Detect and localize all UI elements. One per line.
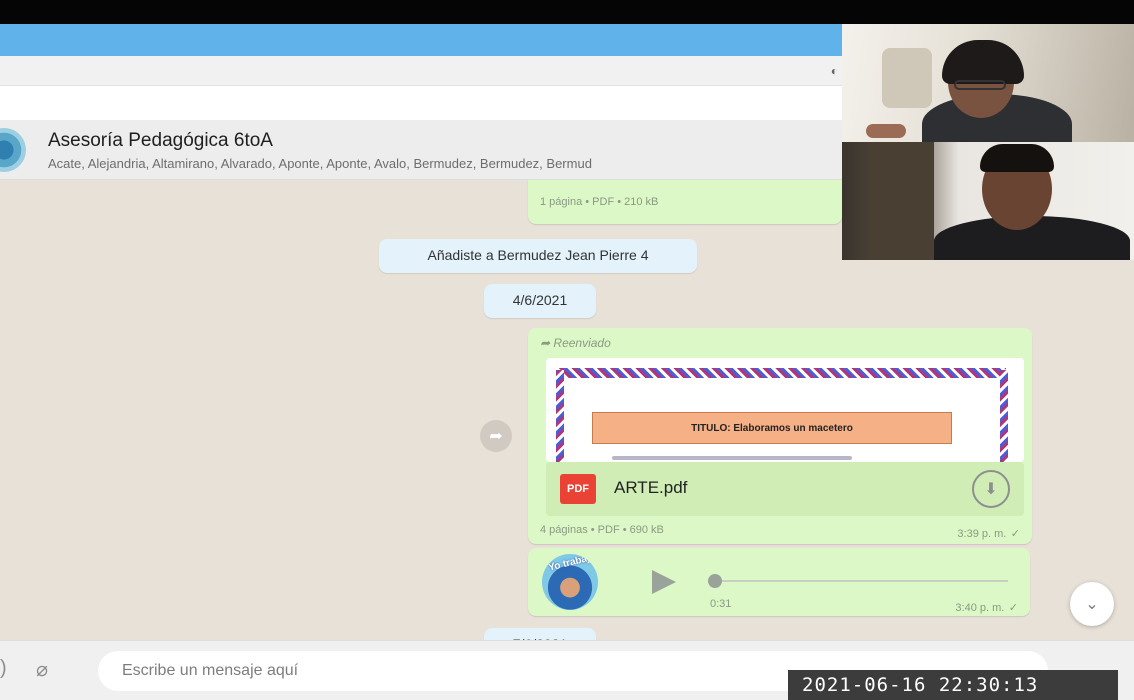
forward-arrow-icon: ➦ — [540, 336, 551, 350]
participant-hair — [980, 144, 1054, 172]
top-black-bar — [0, 0, 1134, 24]
message-time: 3:39 p. m. — [957, 528, 1007, 540]
audio-progress-knob[interactable] — [708, 574, 722, 588]
chat-members: Acate, Alejandria, Altamirano, Alvarado,… — [48, 156, 592, 171]
recording-timestamp: 2021-06-16 22:30:13 — [788, 670, 1118, 700]
participant-hair — [942, 40, 1024, 84]
message-status: 3:39 p. m. ✓ — [957, 524, 1020, 542]
message-time: 3:40 p. m. — [955, 602, 1005, 614]
paperclip-icon[interactable]: ⌀ — [36, 657, 48, 682]
video-call-panel — [842, 24, 1134, 260]
avatar-sticker-text: Yo trabajo — [547, 554, 597, 574]
chevron-down-icon: ⌄ — [1085, 596, 1099, 613]
system-message: Añadiste a Bermudez Jean Pierre 4 — [379, 239, 697, 273]
voice-message-bubble[interactable]: Yo trabajo 0:31 3:40 p. m. ✓ — [528, 548, 1030, 616]
file-row[interactable]: PDF ARTE.pdf ⬇ — [546, 462, 1024, 516]
toolbar-strip: ◐ — [0, 56, 842, 86]
chat-title: Asesoría Pedagógica 6toA — [48, 130, 273, 151]
previous-file-bubble[interactable]: 1 página • PDF • 210 kB — [528, 180, 842, 224]
preview-border-right — [1000, 370, 1008, 462]
forward-icon: ➦ — [489, 428, 503, 445]
audio-progress-track[interactable] — [714, 580, 1008, 582]
preview-title: TITULO: Elaboramos un macetero — [592, 412, 952, 444]
date-divider: 4/6/2021 — [484, 284, 596, 318]
room-decor — [882, 48, 932, 108]
participant-video[interactable] — [842, 24, 1134, 142]
sender-avatar: Yo trabajo — [542, 554, 598, 610]
participant-video[interactable] — [842, 142, 1134, 260]
file-name: ARTE.pdf — [614, 478, 688, 497]
audio-duration: 0:31 — [710, 598, 732, 610]
participant-hand — [866, 124, 906, 138]
forwarded-label: Reenviado — [553, 336, 611, 350]
file-meta: 4 páginas • PDF • 690 kB — [540, 524, 664, 536]
door-frame — [870, 142, 934, 260]
pdf-icon: PDF — [560, 474, 596, 504]
download-icon: ⬇ — [984, 481, 998, 498]
window-top-band — [0, 24, 842, 56]
forwarded-label-row: ➦ Reenviado — [540, 336, 611, 350]
sent-check-icon: ✓ — [1010, 528, 1020, 540]
preview-border-top — [556, 368, 1006, 378]
document-preview[interactable]: TITULO: Elaboramos un macetero — [546, 358, 1024, 462]
preview-subline — [612, 456, 852, 460]
forwarded-file-bubble[interactable]: ➦ Reenviado TITULO: Elaboramos un macete… — [528, 328, 1032, 544]
sent-check-icon: ✓ — [1008, 602, 1018, 614]
date-divider: 7/6/2021 — [484, 628, 596, 640]
preview-border-left — [556, 370, 564, 462]
emoji-icon[interactable]: ) — [0, 657, 7, 680]
message-status: 3:40 p. m. ✓ — [955, 598, 1018, 616]
download-button[interactable]: ⬇ — [972, 470, 1010, 508]
group-avatar[interactable] — [0, 128, 26, 172]
participant-glasses — [954, 80, 1006, 90]
menu-dot-icon[interactable]: ◐ — [831, 64, 838, 78]
chat-header[interactable]: Asesoría Pedagógica 6toA Acate, Alejandr… — [0, 120, 842, 180]
play-icon[interactable] — [652, 570, 676, 594]
forward-button[interactable]: ➦ — [480, 420, 512, 452]
scroll-down-button[interactable]: ⌄ — [1070, 582, 1114, 626]
file-meta: 1 página • PDF • 210 kB — [540, 196, 659, 208]
search-strip — [0, 86, 842, 120]
